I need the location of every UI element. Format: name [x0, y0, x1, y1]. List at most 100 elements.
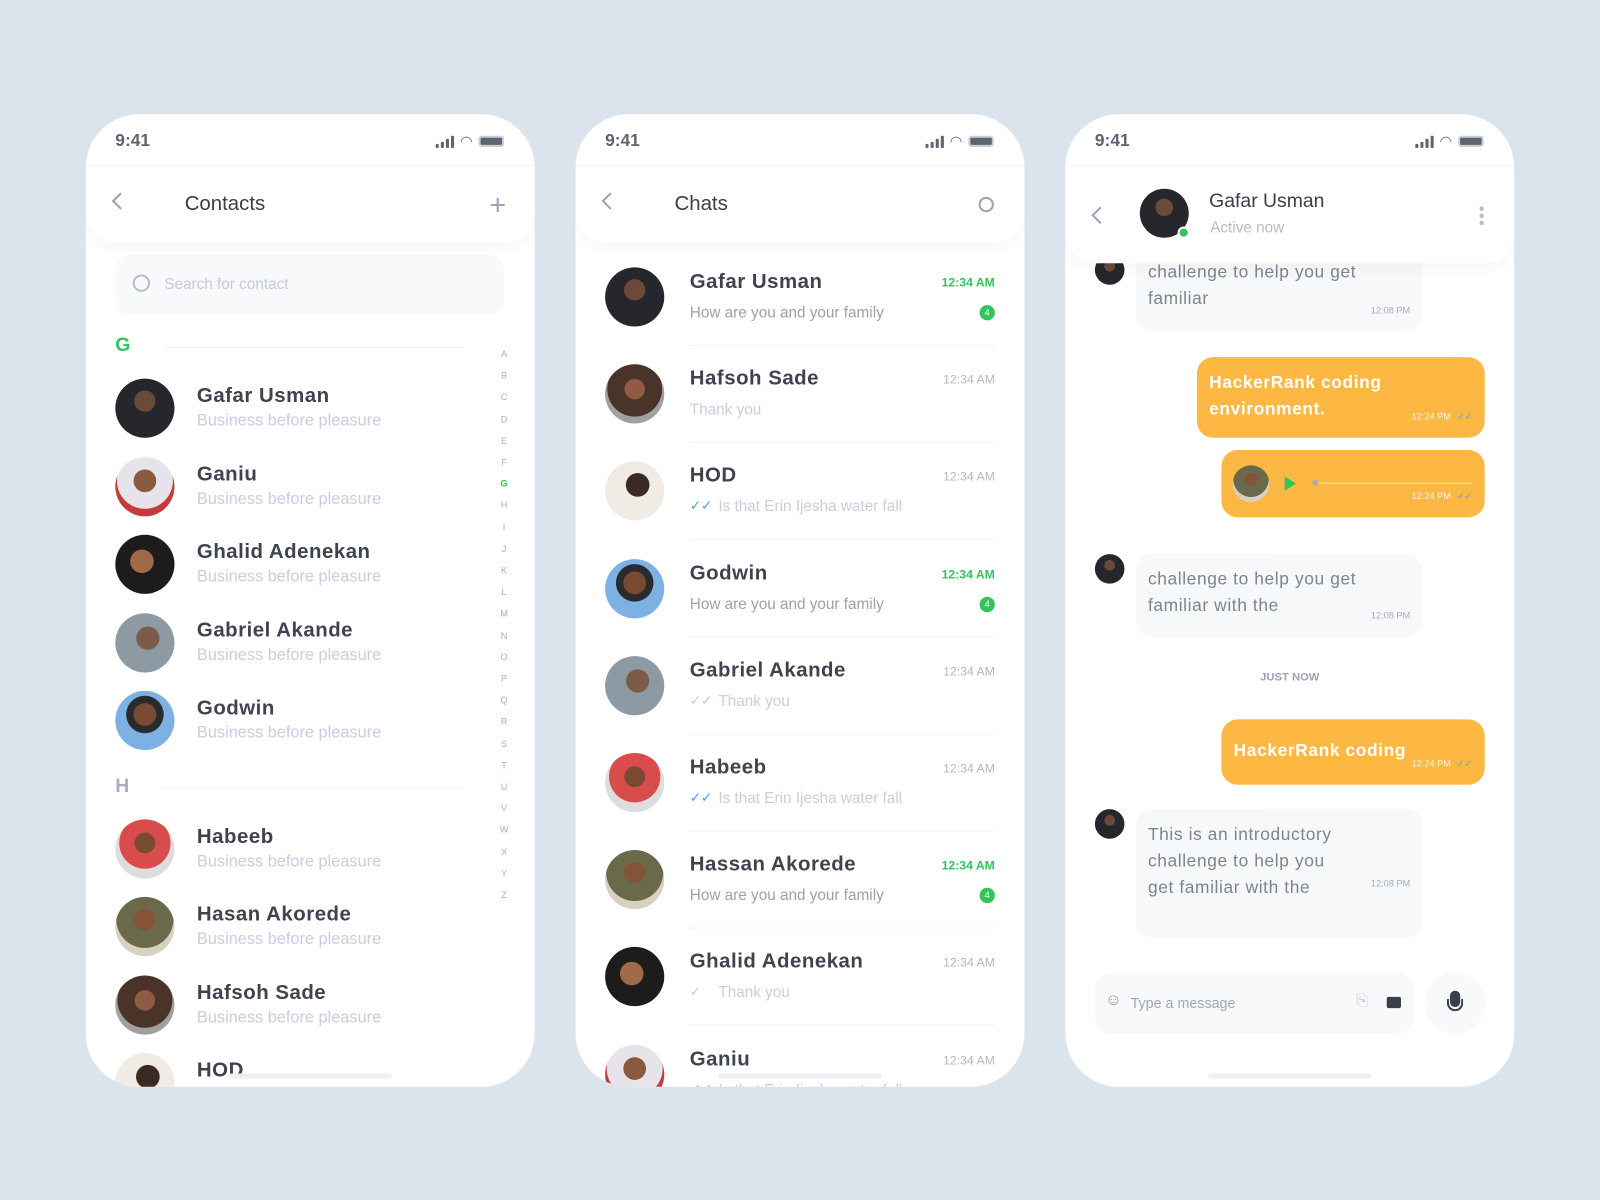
chat-preview: Is that Erin Ijesha water fall	[718, 789, 903, 808]
alphabet-letter[interactable]: K	[499, 565, 509, 575]
chat-row[interactable]: Gafar Usman 12:34 AM How are you and your …	[576, 267, 1025, 364]
chat-name: Godwin	[689, 561, 768, 585]
contact-name: Hasan Akorede	[196, 903, 352, 926]
alphabet-letter[interactable]: V	[499, 803, 509, 813]
battery-icon	[478, 135, 505, 147]
double-check-icon: ✓✓	[690, 1081, 712, 1087]
alphabet-letter[interactable]: W	[499, 825, 509, 835]
chat-time: 12:34 AM	[943, 1052, 995, 1067]
alphabet-letter[interactable]: U	[499, 782, 509, 792]
battery-icon	[968, 135, 994, 147]
message-time: 12:08 PM	[1371, 602, 1410, 629]
contact-name: Hafsoh Sade	[196, 981, 327, 1004]
contact-row[interactable]: Ganiu Business before pleasure	[86, 456, 474, 518]
alphabet-letter[interactable]: L	[499, 587, 509, 597]
avatar	[115, 818, 175, 879]
alphabet-letter[interactable]: S	[499, 738, 509, 748]
alphabet-letter[interactable]: M	[499, 609, 509, 619]
page-title: Chats	[674, 192, 728, 216]
chat-row[interactable]: Ganiu 12:34 AM ✓✓ Is that Erin Ijesha water…	[576, 1044, 1025, 1087]
message-time-text: 12:24 PM	[1411, 411, 1451, 422]
contact-row[interactable]: Hasan Akorede Business before pleasure	[86, 896, 474, 958]
alphabet-letter[interactable]: O	[499, 652, 509, 662]
contact-status: Business before pleasure	[196, 646, 382, 664]
status-time: 9:41	[605, 130, 640, 150]
contact-row[interactable]: Gabriel Akande Business before pleasure	[86, 612, 474, 674]
more-options-icon[interactable]	[1479, 205, 1484, 226]
unread-badge: 4	[979, 596, 995, 612]
contacts-header: Contacts +	[85, 165, 535, 243]
contact-row[interactable]: Godwin Business before pleasure	[86, 690, 474, 752]
chevron-left-icon[interactable]	[601, 192, 619, 210]
chat-time: 12:34 AM	[941, 566, 995, 582]
message-placeholder: Type a message	[1130, 994, 1236, 1012]
row-divider	[689, 830, 995, 832]
voice-avatar	[1232, 465, 1270, 503]
emoji-icon[interactable]: ☺	[1105, 992, 1122, 1010]
alphabet-letter[interactable]: G	[499, 479, 509, 489]
double-check-icon: ✓✓	[689, 498, 713, 514]
status-icons: ◠	[435, 133, 505, 150]
chevron-left-icon[interactable]	[1091, 206, 1109, 224]
chat-row[interactable]: Hafsoh Sade 12:34 AM Thank you	[576, 364, 1025, 461]
play-icon[interactable]	[1284, 476, 1296, 491]
contact-name: Gabriel Akande	[196, 618, 354, 642]
home-indicator	[718, 1073, 882, 1079]
alphabet-letter[interactable]: I	[499, 522, 509, 532]
alphabet-letter[interactable]: D	[499, 414, 509, 424]
chat-row[interactable]: HOD 12:34 AM ✓✓ Is that Erin Ijesha water f…	[576, 461, 1025, 559]
message-time: 12:24 PM ✓✓	[1412, 750, 1473, 777]
contact-row[interactable]: Habeeb Business before pleasure	[86, 818, 474, 880]
chevron-left-icon[interactable]	[111, 192, 130, 210]
section-header: H	[115, 774, 130, 797]
chat-row[interactable]: Habeeb 12:34 AM ✓✓ Is that Erin Ijesha wate…	[576, 753, 1025, 850]
microphone-button[interactable]	[1424, 972, 1486, 1034]
contact-status: Business before pleasure	[196, 490, 382, 508]
contact-row[interactable]: Ghalid Adenekan Business before pleasure	[86, 534, 474, 596]
message-bubble: HackerRank coding environment. 12:24 PM ✓✓	[1196, 357, 1485, 438]
alphabet-letter[interactable]: P	[499, 673, 509, 683]
microphone-icon-base	[1446, 998, 1464, 1012]
alphabet-letter[interactable]: N	[499, 630, 509, 640]
alphabet-letter[interactable]: B	[499, 371, 509, 381]
chat-name: Hafsoh Sade	[689, 367, 820, 390]
search-input[interactable]: Search for contact	[115, 255, 505, 315]
plus-icon[interactable]: +	[489, 189, 506, 222]
contact-row[interactable]: HODBusiness before pleasure	[86, 1053, 474, 1087]
avatar	[115, 612, 175, 672]
contact-row[interactable]: Hafsoh Sade Business before pleasure	[86, 974, 474, 1036]
alphabet-letter[interactable]: Q	[499, 695, 509, 705]
alphabet-letter[interactable]: J	[499, 544, 509, 554]
contact-row[interactable]: Gafar Usman Business before pleasure	[86, 378, 474, 440]
date-divider: JUST NOW	[1260, 671, 1320, 684]
row-divider	[689, 344, 995, 346]
home-indicator	[228, 1073, 392, 1079]
alphabet-letter[interactable]: E	[499, 436, 509, 446]
voice-message[interactable]: 12:24 PM ✓✓	[1221, 449, 1485, 518]
alphabet-letter[interactable]: X	[499, 847, 509, 857]
chat-name: Habeeb	[689, 756, 767, 779]
alphabet-letter[interactable]: R	[499, 717, 509, 727]
alphabet-letter[interactable]: Z	[499, 890, 509, 900]
attachment-icon[interactable]: ⎘	[1356, 992, 1368, 1009]
alphabet-letter[interactable]: A	[499, 349, 509, 359]
alphabet-letter[interactable]: H	[499, 500, 509, 510]
chat-row[interactable]: Ghalid Adenekan 12:34 AM ✓ Thank you	[576, 947, 1025, 1044]
chat-row[interactable]: Hassan Akorede 12:34 AM How are you and yo…	[576, 850, 1025, 947]
voice-progress-handle[interactable]	[1312, 479, 1319, 486]
conversation-header: Gafar Usman Active now	[1065, 165, 1515, 264]
chat-name: HOD	[689, 464, 737, 488]
contact-status: Business before pleasure	[196, 1008, 382, 1027]
message-time: 12:08 PM	[1371, 297, 1410, 324]
search-icon[interactable]	[978, 196, 994, 213]
message-input[interactable]: ☺ Type a message ⎘	[1094, 973, 1414, 1034]
chat-time: 12:34 AM	[943, 372, 995, 387]
alphabet-letter[interactable]: Y	[499, 868, 509, 878]
camera-icon[interactable]	[1386, 996, 1402, 1009]
alphabet-letter[interactable]: T	[499, 760, 509, 770]
chat-row[interactable]: Gabriel Akande 12:34 AM ✓✓ Thank you	[576, 655, 1025, 753]
chat-row[interactable]: Godwin 12:34 AM How are you and your famil…	[576, 558, 1025, 656]
alphabet-letter[interactable]: C	[499, 392, 509, 402]
presence-status: Active now	[1210, 219, 1285, 237]
alphabet-letter[interactable]: F	[499, 457, 509, 467]
